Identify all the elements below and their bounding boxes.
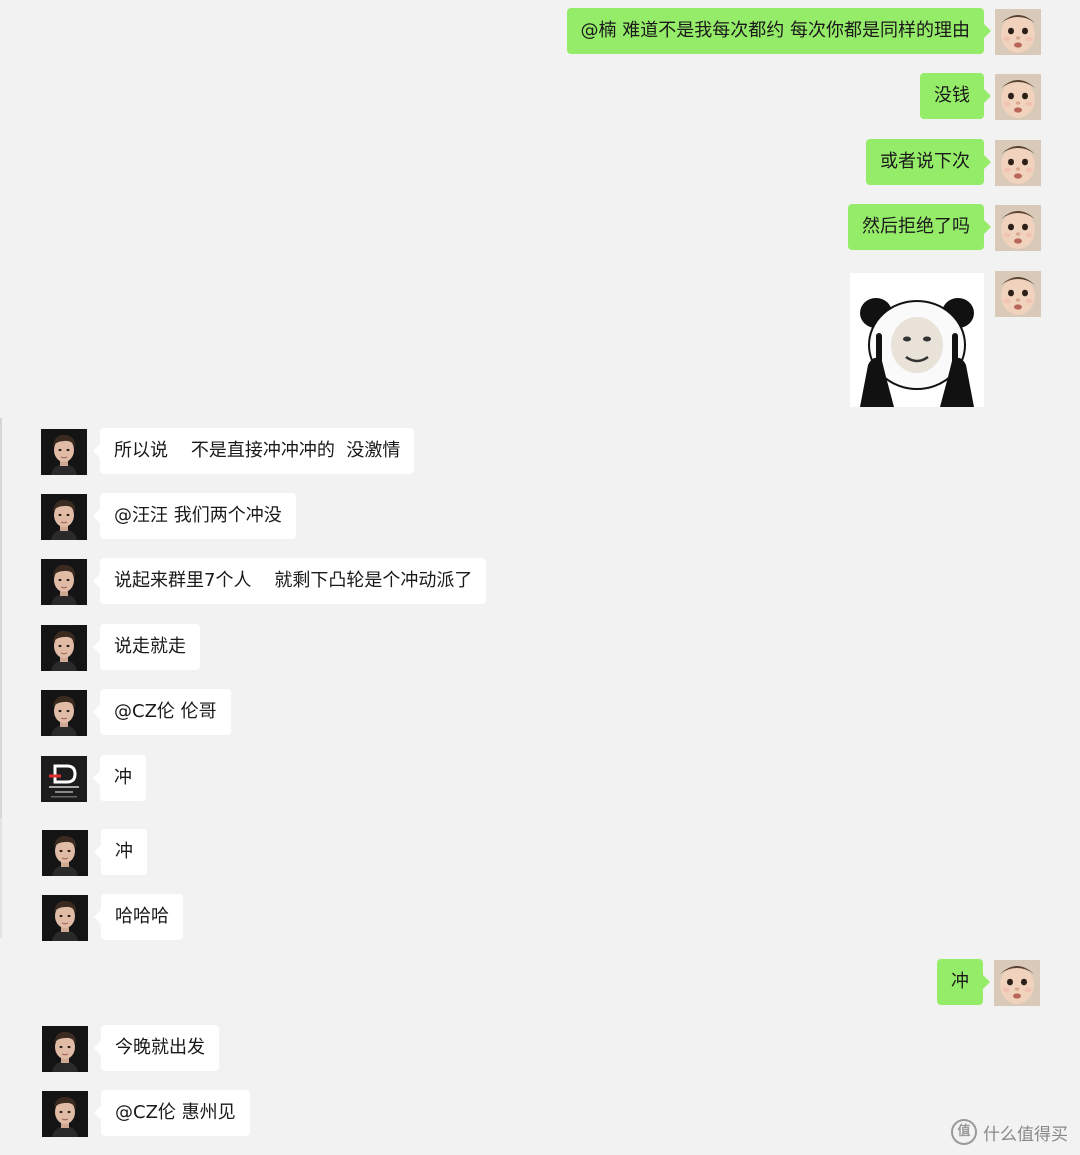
baby-face-avatar[interactable]	[995, 205, 1041, 251]
left-edge-line	[0, 818, 2, 938]
message-bubble[interactable]: 今晚就出发	[94, 1025, 219, 1071]
message-bubble[interactable]: @CZ伦 惠州见	[94, 1090, 250, 1136]
man-portrait-avatar[interactable]	[42, 895, 88, 941]
message-bubble[interactable]: 冲	[94, 829, 147, 875]
watermark-text: 什么值得买	[983, 1124, 1068, 1145]
watermark-logo-icon: 值	[951, 1119, 977, 1145]
man-portrait-avatar[interactable]	[41, 429, 87, 475]
message-bubble[interactable]: @楠 难道不是我每次都约 每次你都是同样的理由	[566, 8, 992, 54]
message-bubble[interactable]: 冲	[93, 755, 146, 801]
man-portrait-avatar[interactable]	[41, 690, 87, 736]
panda-meme-sticker[interactable]	[850, 273, 984, 407]
baby-face-avatar[interactable]	[995, 9, 1041, 55]
message-bubble[interactable]: 或者说下次	[866, 139, 991, 185]
man-portrait-avatar[interactable]	[41, 625, 87, 671]
man-portrait-avatar[interactable]	[42, 1091, 88, 1137]
message-bubble[interactable]: 冲	[937, 959, 990, 1005]
watermark: 值 什么值得买	[951, 1119, 1068, 1145]
message-bubble[interactable]: 没钱	[920, 73, 991, 119]
dark-logo-avatar[interactable]	[41, 756, 87, 802]
left-edge-line	[0, 418, 2, 818]
message-bubble[interactable]: 然后拒绝了吗	[848, 204, 991, 250]
message-bubble[interactable]: @汪汪 我们两个冲没	[93, 493, 296, 539]
message-bubble[interactable]: 所以说 不是直接冲冲冲的 没激情	[92, 428, 415, 474]
message-bubble[interactable]: 说走就走	[93, 624, 200, 670]
man-portrait-avatar[interactable]	[41, 494, 87, 540]
baby-face-avatar[interactable]	[994, 960, 1040, 1006]
man-portrait-avatar[interactable]	[42, 1026, 88, 1072]
man-portrait-avatar[interactable]	[41, 559, 87, 605]
baby-face-avatar[interactable]	[995, 140, 1041, 186]
man-portrait-avatar[interactable]	[42, 830, 88, 876]
message-bubble[interactable]: 说起来群里7个人 就剩下凸轮是个冲动派了	[92, 558, 487, 604]
message-bubble[interactable]: @CZ伦 伦哥	[93, 689, 231, 735]
baby-face-avatar[interactable]	[995, 74, 1041, 120]
baby-face-avatar[interactable]	[995, 271, 1041, 317]
message-bubble[interactable]: 哈哈哈	[94, 894, 183, 940]
